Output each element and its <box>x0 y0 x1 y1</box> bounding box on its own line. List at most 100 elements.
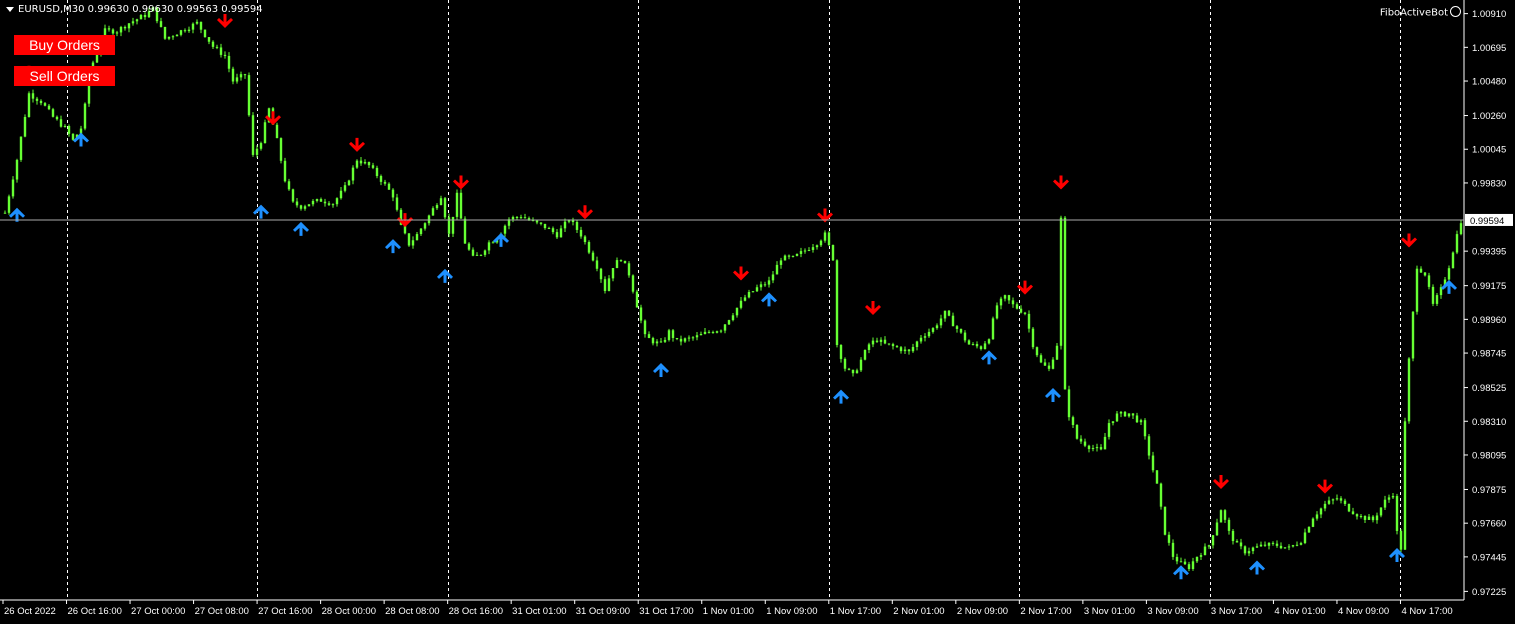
price-chart[interactable]: 1.00910 1.00695 1.00480 1.00260 1.00045 0.998… <box>0 0 1515 624</box>
candle <box>1123 411 1127 417</box>
candle <box>51 107 55 118</box>
price-tick-label: 0.97445 <box>1472 552 1506 563</box>
candle <box>275 122 279 139</box>
candle <box>203 29 207 38</box>
trading-chart[interactable]: 1.00910 1.00695 1.00480 1.00260 1.00045 0.998… <box>0 0 1515 624</box>
price-tick-label: 0.98095 <box>1472 450 1506 461</box>
time-tick-label: 4 Nov 01:00 <box>1274 606 1325 617</box>
candle <box>459 189 463 219</box>
candle <box>623 260 627 264</box>
candle <box>991 316 995 340</box>
candle <box>1063 216 1067 390</box>
time-tick-label: 28 Oct 08:00 <box>385 606 439 617</box>
price-tick-label: 0.97225 <box>1472 587 1506 598</box>
candle <box>163 26 167 40</box>
time-tick-label: 4 Nov 09:00 <box>1338 606 1389 617</box>
candle <box>1403 417 1407 550</box>
candle <box>27 91 31 118</box>
candle <box>1163 506 1167 536</box>
candle <box>727 319 731 326</box>
time-tick-label: 31 Oct 17:00 <box>639 606 693 617</box>
candle <box>347 179 351 186</box>
candle <box>1031 327 1035 350</box>
time-tick-label: 26 Oct 16:00 <box>68 606 122 617</box>
bot-name-text: FiboActiveBot <box>1379 7 1448 19</box>
price-tick-label: 1.00480 <box>1472 77 1506 88</box>
time-tick-label: 2 Nov 01:00 <box>893 606 944 617</box>
candle <box>635 289 639 308</box>
candle <box>251 112 255 157</box>
candle <box>71 133 75 141</box>
candle <box>407 233 411 247</box>
candle <box>7 194 11 215</box>
expert-advisor-label[interactable]: FiboActiveBot <box>1379 6 1461 19</box>
smiley-icon <box>1450 6 1461 17</box>
current-price-label: 0.99594 <box>1470 216 1504 227</box>
candle <box>639 304 643 324</box>
time-tick-label: 4 Nov 17:00 <box>1401 606 1452 617</box>
candle <box>15 158 19 183</box>
sell-orders-button[interactable]: Sell Orders <box>14 66 115 86</box>
time-tick-label: 2 Nov 09:00 <box>957 606 1008 617</box>
candle <box>1307 526 1311 533</box>
candle <box>83 102 87 131</box>
candle <box>1407 357 1411 424</box>
candle <box>1451 251 1455 269</box>
price-tick-label: 0.97660 <box>1472 519 1506 530</box>
price-tick-label: 1.00695 <box>1472 43 1506 54</box>
time-tick-label: 3 Nov 09:00 <box>1147 606 1198 617</box>
candle <box>1395 493 1399 535</box>
candle <box>279 137 283 164</box>
time-tick-label: 31 Oct 09:00 <box>576 606 630 617</box>
candle <box>1399 529 1403 553</box>
time-tick-label: 1 Nov 09:00 <box>766 606 817 617</box>
candle <box>667 328 671 342</box>
candle <box>283 157 287 183</box>
candle <box>247 72 251 117</box>
price-tick-label: 0.98525 <box>1472 383 1506 394</box>
time-tick-label: 26 Oct 2022 <box>4 606 56 617</box>
candle <box>587 240 591 255</box>
chart-background <box>0 0 1515 624</box>
candle <box>863 349 867 361</box>
time-tick-label: 28 Oct 00:00 <box>322 606 376 617</box>
candle <box>355 159 359 169</box>
candle <box>443 197 447 220</box>
candle <box>1067 385 1071 421</box>
candle <box>1219 509 1223 523</box>
time-tick-label: 27 Oct 00:00 <box>131 606 185 617</box>
time-tick-label: 3 Nov 17:00 <box>1211 606 1262 617</box>
time-tick-label: 1 Nov 01:00 <box>703 606 754 617</box>
candle <box>835 259 839 348</box>
candle <box>1059 215 1063 350</box>
candle <box>23 114 27 138</box>
time-tick-label: 27 Oct 08:00 <box>195 606 249 617</box>
candle <box>1159 482 1163 510</box>
candle <box>831 244 835 261</box>
candle <box>1155 470 1159 484</box>
price-tick-label: 1.00910 <box>1472 9 1506 20</box>
price-tick-label: 0.98745 <box>1472 349 1506 360</box>
candle <box>627 261 631 278</box>
candle <box>1411 311 1415 362</box>
candle <box>631 274 635 294</box>
candle <box>455 189 459 220</box>
price-tick-label: 0.98960 <box>1472 315 1506 326</box>
candle <box>1431 284 1435 307</box>
time-tick-label: 27 Oct 16:00 <box>258 606 312 617</box>
time-tick-label: 31 Oct 01:00 <box>512 606 566 617</box>
price-tick-label: 1.00045 <box>1472 145 1506 156</box>
symbol-header[interactable]: EURUSD,M30 0.99630 0.99630 0.99563 0.995… <box>6 4 263 15</box>
triangle-down-icon[interactable] <box>6 6 14 12</box>
time-tick-label: 3 Nov 01:00 <box>1084 606 1135 617</box>
time-tick-label: 2 Nov 17:00 <box>1020 606 1071 617</box>
grid-layer <box>0 0 1515 624</box>
candle <box>827 231 831 247</box>
candle <box>947 310 951 317</box>
buy-orders-button[interactable]: Buy Orders <box>14 35 115 55</box>
candle <box>1415 265 1419 315</box>
price-tick-label: 1.00260 <box>1472 111 1506 122</box>
symbol-quote-text: EURUSD,M30 0.99630 0.99630 0.99563 0.995… <box>18 4 263 15</box>
price-tick-label: 0.99175 <box>1472 281 1506 292</box>
price-tick-label: 0.97875 <box>1472 485 1506 496</box>
